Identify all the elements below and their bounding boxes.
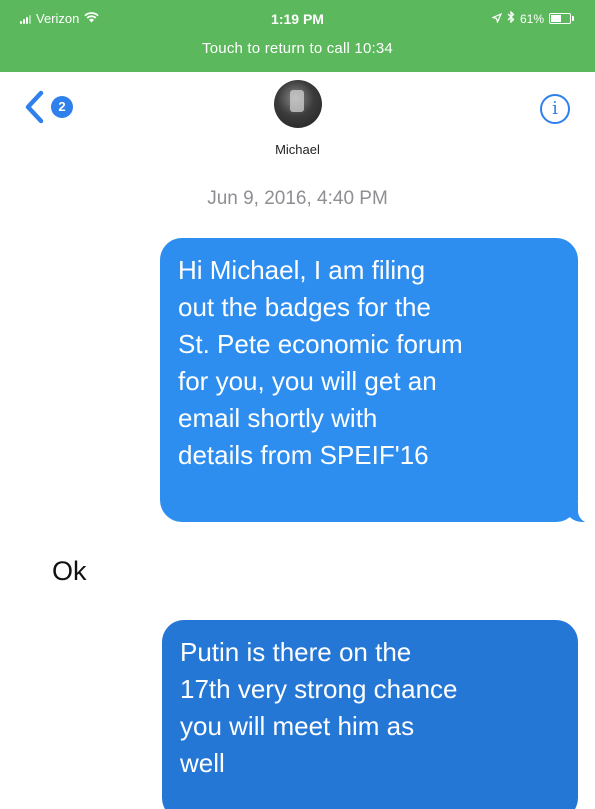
chevron-left-icon <box>25 90 44 124</box>
contact-name[interactable]: Michael <box>0 142 595 157</box>
in-call-status-bar[interactable]: Verizon 1:19 PM 61% Touch to return to c… <box>0 0 595 72</box>
location-arrow-icon <box>491 12 503 26</box>
outgoing-message-bubble[interactable]: Hi Michael, I am filing out the badges f… <box>160 238 595 523</box>
incoming-message-text[interactable]: Ok <box>52 556 87 587</box>
messages-screen: Verizon 1:19 PM 61% Touch to return to c… <box>0 0 595 809</box>
unread-count-badge: 2 <box>51 96 73 118</box>
battery-icon <box>549 13 574 24</box>
message-text: Putin is there on the 17th very strong c… <box>180 637 458 778</box>
message-text: Hi Michael, I am filing out the badges f… <box>178 255 463 470</box>
back-button[interactable]: 2 <box>22 90 73 124</box>
right-status-indicators: 61% <box>491 10 574 26</box>
battery-percent: 61% <box>519 11 544 26</box>
return-to-call-banner[interactable]: Touch to return to call 10:34 <box>0 40 595 57</box>
bluetooth-icon <box>507 10 515 26</box>
info-icon[interactable]: i <box>540 94 570 124</box>
contact-avatar[interactable] <box>274 80 322 128</box>
conversation-timestamp: Jun 9, 2016, 4:40 PM <box>207 188 388 209</box>
status-row: Verizon 1:19 PM 61% <box>0 8 595 32</box>
outgoing-message-bubble[interactable]: Putin is there on the 17th very strong c… <box>162 620 578 809</box>
